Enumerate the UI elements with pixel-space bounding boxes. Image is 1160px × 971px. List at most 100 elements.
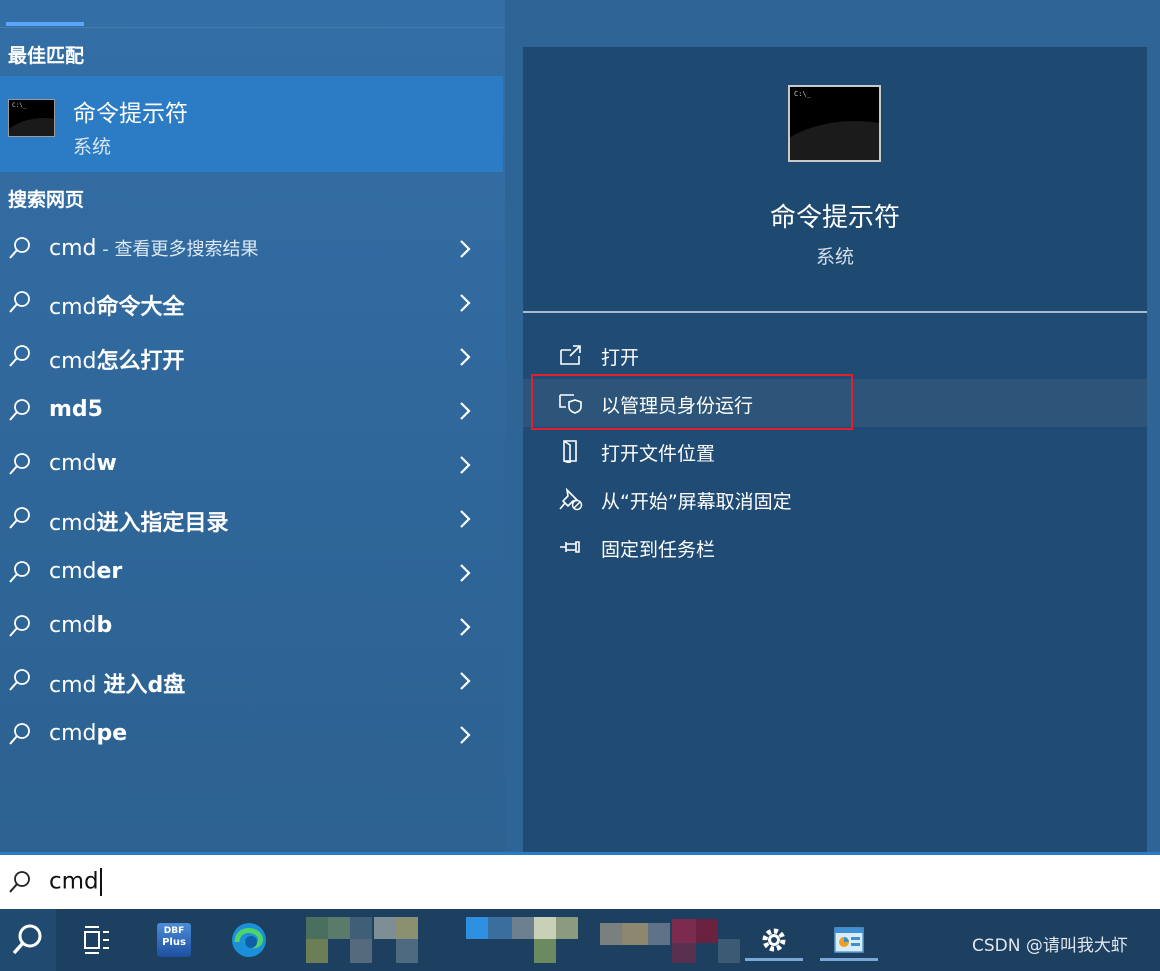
action-open-label: 打开 — [601, 347, 640, 369]
settings-gear-icon[interactable] — [758, 923, 790, 957]
action-pin-to-taskbar[interactable]: 固定到任务栏 — [523, 523, 1147, 571]
cmd-app-icon: C:\_ — [8, 99, 55, 137]
suggestion-completion: pe — [96, 721, 128, 746]
suggestion-completion: b — [96, 613, 113, 638]
chevron-right-icon[interactable] — [458, 401, 472, 421]
suggestion-query: cmd — [49, 451, 97, 476]
app-details-subtitle: 系统 — [815, 246, 854, 268]
taskbar-active-indicator — [745, 958, 803, 961]
dbf-plus-app-icon[interactable]: DBF Plus — [157, 923, 191, 957]
folder-location-icon — [563, 440, 577, 463]
suggestion-completion: w — [96, 451, 117, 476]
best-match-subtitle: 系统 — [73, 136, 112, 158]
web-suggestion-item[interactable]: cmd进入指定目录 — [0, 492, 503, 546]
web-suggestions-list: cmd - 查看更多搜索结果 cmd命令大全 cmd怎么打开 md5 cmdw cmd进入… — [0, 222, 503, 762]
suggestion-query: cmd — [49, 613, 97, 638]
search-icon — [9, 615, 30, 637]
action-unpin-from-start[interactable]: 从“开始”屏幕取消固定 — [523, 475, 1147, 523]
web-suggestion-text: cmdpe — [49, 721, 127, 746]
web-suggestion-item[interactable]: cmd怎么打开 — [0, 330, 503, 384]
search-icon — [9, 871, 30, 893]
chevron-right-icon[interactable] — [458, 347, 472, 367]
suggestion-completion: 怎么打开 — [96, 349, 185, 374]
web-suggestion-text: cmder — [49, 559, 122, 584]
search-input[interactable]: cmd — [49, 868, 102, 896]
web-suggestion-item[interactable]: cmder — [0, 546, 503, 600]
dbf-label: DBF — [163, 926, 185, 936]
search-icon — [9, 399, 30, 421]
chevron-right-icon[interactable] — [458, 293, 472, 313]
chevron-right-icon[interactable] — [458, 725, 472, 745]
search-icon — [9, 453, 30, 475]
chevron-right-icon[interactable] — [458, 239, 472, 259]
app-details-header: C:\_ 命令提示符 系统 — [523, 47, 1147, 311]
web-suggestion-item[interactable]: md5 — [0, 384, 503, 438]
task-view-icon[interactable] — [82, 923, 112, 957]
suggestion-query: cmd — [49, 295, 97, 320]
suggestion-completion: 进入d盘 — [103, 673, 186, 698]
open-icon — [560, 345, 581, 365]
suggestion-query: cmd — [49, 721, 97, 746]
edge-browser-icon[interactable] — [229, 920, 269, 960]
search-results-panel: 最佳匹配 C:\_ 命令提示符 系统 搜索网页 cmd - 查看更多搜索结果 cm… — [0, 0, 505, 852]
chevron-right-icon[interactable] — [458, 563, 472, 583]
suggestion-completion: 进入指定目录 — [96, 511, 229, 536]
action-open-file-location-label: 打开文件位置 — [601, 443, 716, 465]
web-suggestion-text: cmdb — [49, 613, 112, 638]
web-suggestion-item[interactable]: cmdpe — [0, 708, 503, 762]
active-tab-indicator — [6, 22, 84, 26]
suggestion-query: cmd — [49, 559, 97, 584]
control-panel-icon[interactable] — [833, 923, 865, 957]
search-icon — [9, 507, 30, 529]
search-icon — [9, 561, 30, 583]
web-suggestion-item[interactable]: cmd - 查看更多搜索结果 — [0, 222, 503, 276]
app-details-name: 命令提示符 — [769, 203, 900, 233]
app-details-panel: C:\_ 命令提示符 系统 打开 以管理员身份运行 打开文件位置 从“开始”屏幕… — [523, 47, 1147, 852]
search-icon — [9, 345, 30, 367]
web-suggestion-text: cmd命令大全 — [49, 289, 185, 321]
search-icon — [9, 669, 30, 691]
best-match-item[interactable]: C:\_ 命令提示符 系统 — [0, 76, 503, 172]
search-icon — [12, 924, 42, 955]
csdn-watermark: CSDN @请叫我大虾 — [972, 936, 1128, 956]
action-pin-to-taskbar-label: 固定到任务栏 — [601, 539, 716, 561]
search-box[interactable]: cmd — [0, 852, 1160, 909]
unpin-icon — [559, 487, 583, 511]
search-icon — [9, 237, 30, 259]
action-open[interactable]: 打开 — [523, 331, 1147, 379]
web-suggestion-text: cmd进入指定目录 — [49, 505, 229, 537]
suggestion-query: cmd — [49, 673, 104, 698]
web-suggestion-text: md5 — [49, 397, 103, 422]
search-icon — [9, 291, 30, 313]
chevron-right-icon[interactable] — [458, 509, 472, 529]
cmd-app-icon-large: C:\_ — [788, 85, 881, 162]
web-suggestion-item[interactable]: cmdw — [0, 438, 503, 492]
app-actions-list: 打开 以管理员身份运行 打开文件位置 从“开始”屏幕取消固定 固定到任务栏 — [523, 331, 1147, 571]
search-icon — [9, 723, 30, 745]
plus-label: Plus — [162, 937, 186, 948]
best-match-name: 命令提示符 — [73, 101, 188, 127]
web-suggestion-item[interactable]: cmd 进入d盘 — [0, 654, 503, 708]
chevron-right-icon[interactable] — [458, 617, 472, 637]
pin-icon — [560, 541, 580, 553]
suggestion-query: cmd — [49, 236, 97, 261]
suggestion-query: cmd — [49, 511, 97, 536]
chevron-right-icon[interactable] — [458, 671, 472, 691]
action-unpin-from-start-label: 从“开始”屏幕取消固定 — [601, 491, 792, 513]
action-open-file-location[interactable]: 打开文件位置 — [523, 427, 1147, 475]
taskbar-active-indicator — [820, 958, 878, 961]
suggestion-completion: md5 — [49, 397, 103, 422]
chevron-right-icon[interactable] — [458, 455, 472, 475]
web-suggestion-item[interactable]: cmd命令大全 — [0, 276, 503, 330]
app-details-divider — [523, 311, 1147, 313]
text-caret — [99, 868, 102, 896]
web-suggestion-text: cmd 进入d盘 — [49, 667, 185, 699]
web-search-heading: 搜索网页 — [8, 189, 85, 211]
web-suggestion-text: cmd - 查看更多搜索结果 — [49, 235, 258, 261]
suggestion-description: - 查看更多搜索结果 — [96, 239, 259, 260]
web-suggestion-item[interactable]: cmdb — [0, 600, 503, 654]
suggestion-completion: 命令大全 — [96, 295, 185, 320]
web-suggestion-text: cmdw — [49, 451, 117, 476]
best-match-heading: 最佳匹配 — [8, 45, 85, 67]
taskbar-search-button[interactable] — [0, 909, 56, 971]
